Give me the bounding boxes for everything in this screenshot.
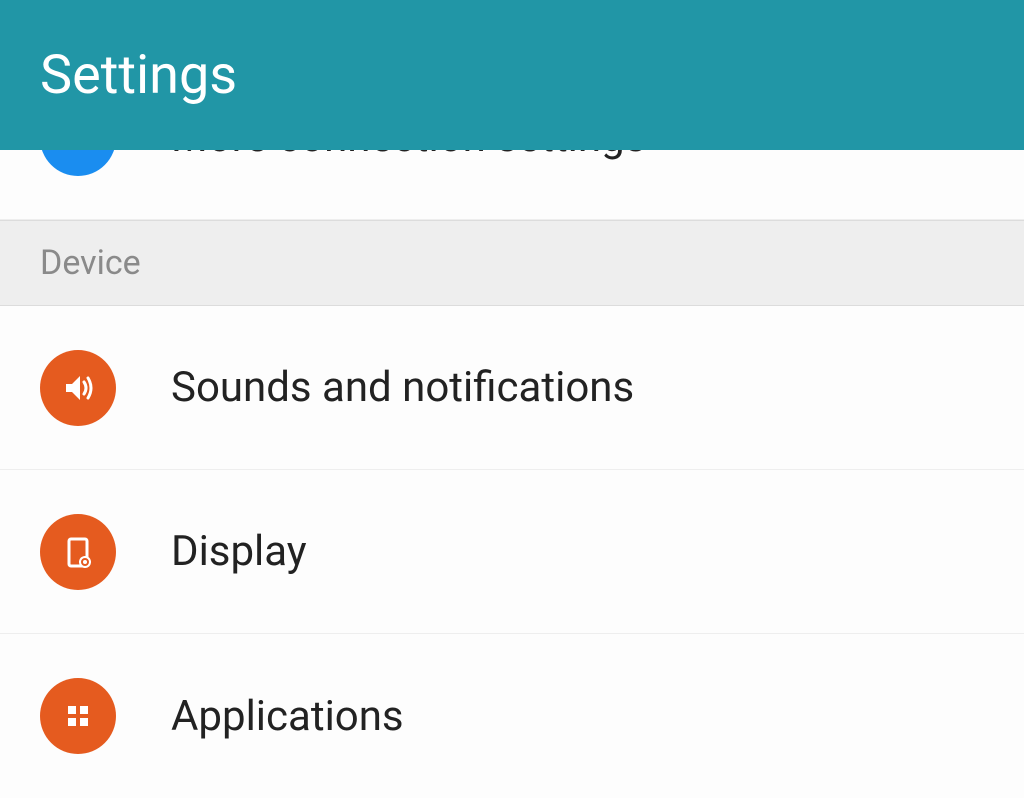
settings-item-label: Sounds and notifications (171, 363, 634, 412)
section-header-label: Device (40, 243, 141, 283)
settings-item-display[interactable]: Display (0, 470, 1024, 634)
settings-item-sounds[interactable]: Sounds and notifications (0, 306, 1024, 470)
section-header-device: Device (0, 220, 1024, 306)
settings-item-label: More connection settings (171, 150, 646, 162)
settings-item-applications[interactable]: Applications (0, 634, 1024, 798)
settings-item-more-connection[interactable]: More connection settings (0, 150, 1024, 220)
display-icon (40, 514, 116, 590)
sound-icon (40, 350, 116, 426)
settings-list[interactable]: More connection settings Device Sounds a… (0, 150, 1024, 798)
settings-item-label: Applications (171, 692, 404, 741)
app-bar: Settings (0, 0, 1024, 150)
page-title: Settings (40, 44, 237, 107)
more-horizontal-icon (40, 150, 116, 176)
apps-icon (40, 678, 116, 754)
settings-item-label: Display (171, 527, 307, 576)
